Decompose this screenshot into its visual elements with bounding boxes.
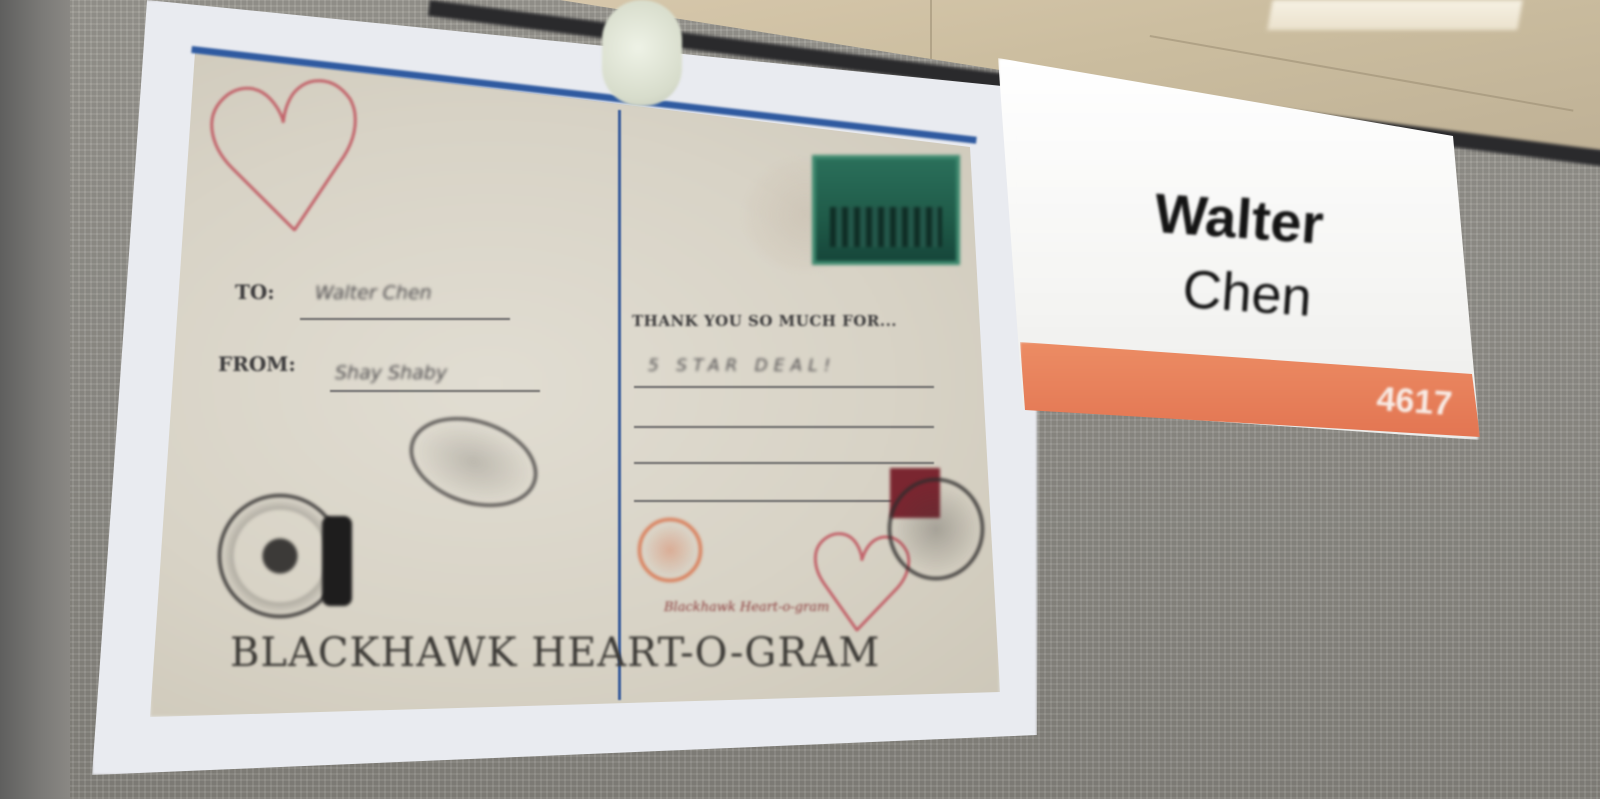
- orange-postmark: [638, 518, 702, 582]
- green-postage-stamp: [812, 155, 960, 265]
- to-label: TO:: [235, 280, 275, 304]
- ceiling-light: [1267, 0, 1523, 30]
- thank-you-line: [634, 500, 934, 502]
- name-plate-first-name: Walter: [1152, 180, 1326, 256]
- from-value: Shay Shaby: [335, 362, 448, 384]
- thank-you-label: THANK YOU SO MUCH FOR...: [632, 312, 898, 330]
- thank-you-line: [634, 462, 934, 464]
- from-label: FROM:: [218, 352, 296, 376]
- thank-you-line: [634, 426, 934, 428]
- thank-you-value: 5 STAR DEAL!: [648, 356, 837, 376]
- name-plate-number: 4617: [1375, 380, 1454, 424]
- postmark-cancel-bar: [322, 516, 352, 606]
- to-value: Walter Chen: [315, 282, 432, 304]
- cubicle-frame: [0, 0, 70, 799]
- round-postmark: [888, 478, 984, 580]
- postcard-title: BLACKHAWK HEART-O-GRAM: [230, 630, 881, 676]
- ceiling-grid-line: [930, 0, 932, 60]
- to-underline: [300, 318, 510, 320]
- script-signature: Blackhawk Heart-o-gram: [664, 600, 830, 615]
- thank-you-line: [634, 386, 934, 388]
- cubicle-photo: ♥ ♥ TO: Walter Chen FROM: Shay Shaby THA…: [0, 0, 1600, 799]
- pushpin: [602, 0, 682, 106]
- name-plate-last-name: Chen: [1180, 258, 1314, 328]
- heart-icon: ♥: [185, 35, 391, 288]
- postcard-divider: [618, 110, 621, 700]
- from-underline: [330, 390, 540, 392]
